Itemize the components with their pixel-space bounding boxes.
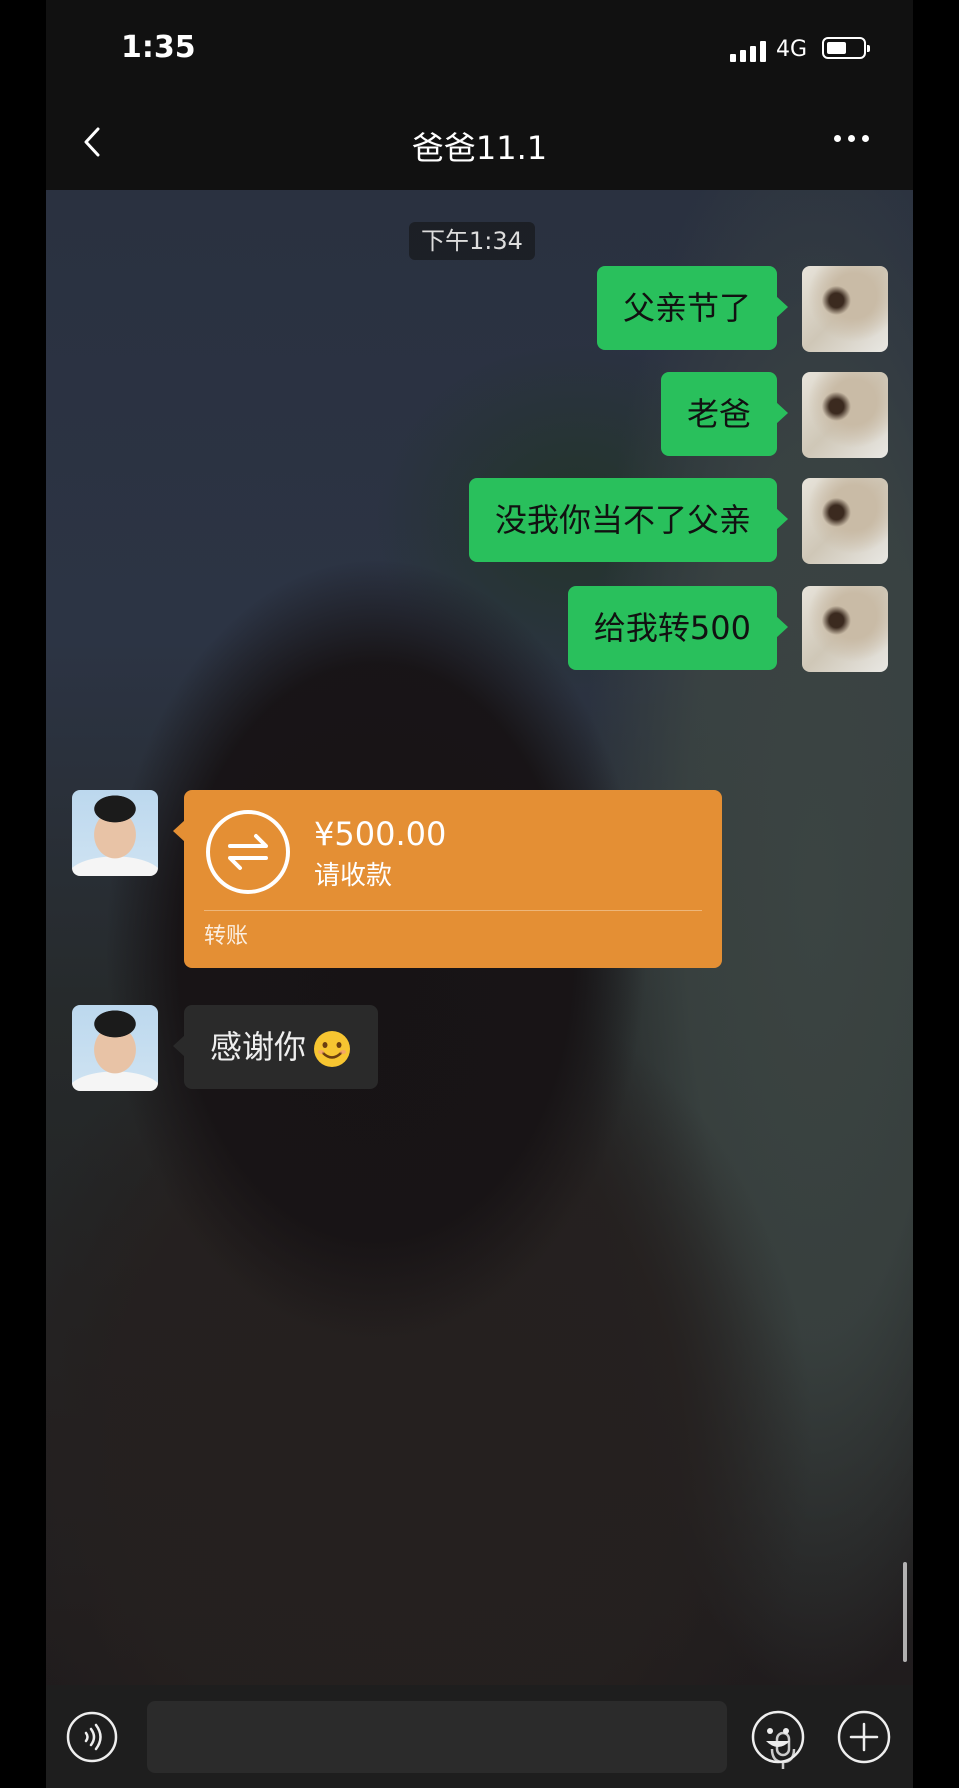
chat-header: 爸爸11.1	[46, 95, 913, 191]
network-type: 4G	[776, 37, 808, 62]
transfer-label: 转账	[204, 924, 249, 949]
signal-icon	[730, 40, 766, 62]
my-avatar[interactable]	[802, 372, 888, 458]
status-bar: 1:35 4G	[46, 0, 913, 95]
my-avatar[interactable]	[802, 266, 888, 352]
more-icon[interactable]	[834, 135, 869, 142]
message-bubble-me[interactable]: 给我转500	[567, 586, 789, 670]
message-input[interactable]	[147, 1701, 796, 1773]
battery-icon	[822, 37, 870, 59]
chat-area[interactable]: 下午1:34 父亲节了 老爸 没我你当不了父亲 给我转500 ¥500.00 请…	[46, 190, 913, 1685]
input-bar	[46, 1685, 913, 1788]
transfer-divider	[204, 910, 702, 911]
transfer-card[interactable]: ¥500.00 请收款 转账	[173, 790, 722, 968]
phone-screen: 1:35 4G 爸爸11.1 下午1:34 父亲节了 老爸 没我你当不了父亲 给…	[46, 0, 913, 1788]
status-time: 1:35	[121, 30, 196, 65]
message-timestamp: 下午1:34	[409, 222, 535, 260]
transfer-amount: ¥500.00	[314, 815, 447, 853]
plus-icon[interactable]	[836, 1709, 892, 1765]
scroll-indicator[interactable]	[903, 1562, 907, 1662]
emoji-icon[interactable]	[750, 1709, 806, 1765]
transfer-icon	[206, 810, 290, 894]
my-avatar[interactable]	[802, 478, 888, 564]
voice-icon[interactable]	[66, 1711, 118, 1763]
chat-title: 爸爸11.1	[411, 129, 548, 167]
contact-avatar[interactable]	[72, 1005, 158, 1091]
message-bubble-them[interactable]: 感谢你	[172, 1005, 379, 1089]
message-bubble-me[interactable]: 父亲节了	[596, 266, 789, 350]
message-text: 感谢你	[210, 1028, 307, 1066]
transfer-status: 请收款	[314, 861, 393, 891]
smiling-face-icon	[314, 1031, 351, 1067]
message-bubble-me[interactable]: 老爸	[660, 372, 789, 456]
message-bubble-me[interactable]: 没我你当不了父亲	[468, 478, 789, 562]
contact-avatar[interactable]	[72, 790, 158, 876]
my-avatar[interactable]	[802, 586, 888, 672]
